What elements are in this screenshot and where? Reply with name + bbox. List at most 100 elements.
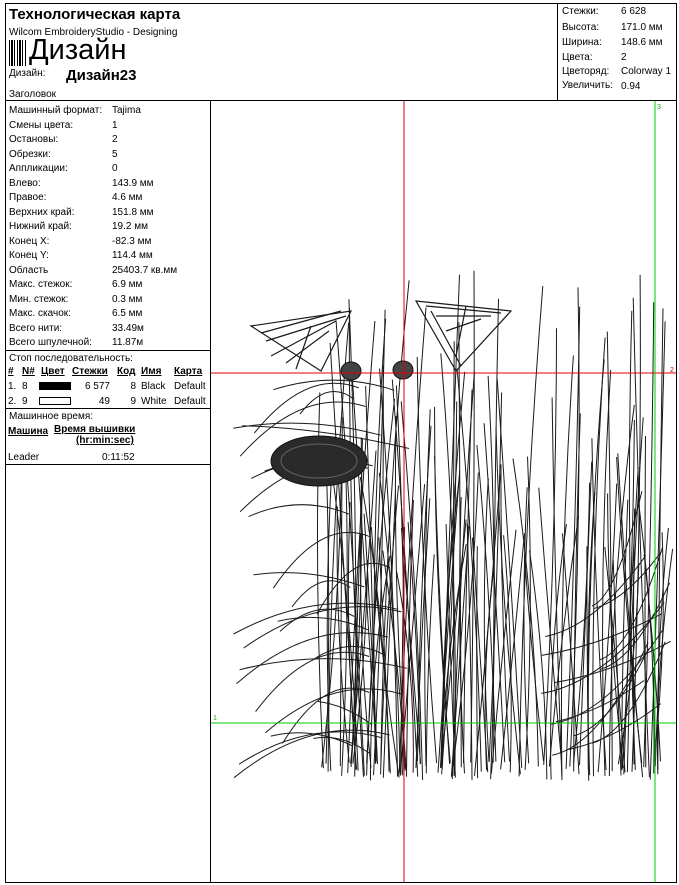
right-tuft (414, 300, 513, 373)
detail-label: Мин. стежок: (9, 294, 69, 305)
stat-value: Colorway 1 (621, 66, 672, 77)
color-swatch (39, 382, 71, 390)
guide-label-right: 2 (670, 367, 674, 374)
row-chart: Default (174, 381, 206, 392)
detail-label: Смены цвета: (9, 120, 74, 131)
detail-value: 6.9 мм (112, 279, 143, 290)
stat-label: Увеличить: (562, 80, 614, 91)
stat-label: Стежки: (562, 6, 599, 17)
page-title: Технологическая карта (9, 6, 181, 23)
design-big-label: Дизайн (29, 34, 127, 66)
row-name: Black (141, 381, 166, 392)
col-chart: Карта (174, 366, 203, 377)
detail-label: Остановы: (9, 134, 59, 145)
detail-label: Машинный формат: (9, 105, 103, 116)
detail-label: Обрезки: (9, 149, 51, 160)
center-flower (270, 435, 368, 487)
col-code: Код (117, 366, 136, 377)
detail-value: 4.6 мм (112, 192, 143, 203)
detail-value: 33.49м (112, 323, 144, 334)
grass-stroke (233, 422, 381, 436)
stat-label: Цвета: (562, 52, 593, 63)
col-stitches: Стежки (72, 366, 108, 377)
stat-value: 6 628 (621, 6, 647, 17)
heading-label: Заголовок (9, 89, 57, 100)
guide-label-top: 3 (657, 104, 661, 111)
row-chart: Default (174, 396, 206, 407)
row-num: 1. (8, 381, 17, 392)
col-name: Имя (141, 366, 162, 377)
detail-label: Конец X: (9, 236, 50, 247)
machine-time-value: 0:11:52 (102, 452, 135, 463)
stat-label: Цветоряд: (562, 66, 610, 77)
detail-value: 151.8 мм (112, 207, 154, 218)
barcode-icon (9, 40, 27, 66)
machine-time-title: Машинное время: (9, 411, 94, 422)
row-n: 9 (22, 396, 28, 407)
detail-value: Tajima (112, 105, 141, 116)
col-n: N# (22, 366, 35, 377)
grass-stroke (632, 508, 636, 765)
row-name: White (141, 396, 167, 407)
detail-value: -82.3 мм (112, 236, 152, 247)
detail-value: 0 (112, 163, 118, 174)
embroidery-stitches (233, 270, 674, 781)
stat-label: Ширина: (562, 37, 602, 48)
design-preview: 3 2 1 (211, 101, 676, 882)
col-machine: Машина (8, 426, 49, 437)
col-num: # (8, 366, 14, 377)
detail-label: Конец Y: (9, 250, 49, 261)
row-num: 2. (8, 396, 17, 407)
detail-value: 5 (112, 149, 118, 160)
stat-value: 171.0 мм (621, 22, 663, 33)
detail-value: 19.2 мм (112, 221, 148, 232)
grass-stroke (463, 389, 473, 764)
grass-stroke (273, 379, 395, 391)
details-divider (5, 350, 210, 351)
guide-label-left: 1 (213, 715, 217, 722)
row-code: 9 (130, 396, 136, 407)
detail-label: Влево: (9, 178, 41, 189)
row-code: 8 (130, 381, 136, 392)
row-n: 8 (22, 381, 28, 392)
design-label: Дизайн: (9, 68, 46, 79)
detail-value: 1 (112, 120, 118, 131)
left-tuft (249, 310, 353, 372)
color-swatch (39, 397, 71, 405)
design-name: Дизайн23 (66, 67, 137, 84)
detail-value: 25403.7 кв.мм (112, 265, 178, 276)
detail-value: 11.87м (112, 337, 144, 348)
machine-name: Leader (8, 452, 40, 463)
detail-label: Верхних край: (9, 207, 75, 218)
detail-label: Всего шпулечной: (9, 337, 92, 348)
grass-stroke (265, 688, 401, 734)
row-stitches: 49 (98, 396, 110, 407)
eyes (340, 360, 414, 381)
stop-sequence-title: Стоп последовательность: (9, 353, 133, 364)
detail-value: 6.5 мм (112, 308, 143, 319)
grass-stroke (425, 554, 435, 774)
grass-stroke (604, 546, 626, 773)
col-color: Цвет (41, 366, 65, 377)
detail-label: Аппликации: (9, 163, 68, 174)
grass-stroke (248, 504, 350, 518)
detail-label: Нижний край: (9, 221, 72, 232)
detail-label: Правое: (9, 192, 47, 203)
stat-value: 2 (621, 52, 627, 63)
detail-label: Область (9, 265, 49, 276)
row-stitches: 6 577 (84, 381, 110, 392)
detail-value: 114.4 мм (112, 250, 153, 261)
detail-value: 0.3 мм (112, 294, 143, 305)
detail-label: Макс. скачок: (9, 308, 71, 319)
stop-divider (5, 408, 210, 409)
summary-divider (557, 3, 558, 101)
stat-value: 0.94 (621, 81, 641, 92)
detail-label: Макс. стежок: (9, 279, 73, 290)
col-time-unit: (hr:min:sec) (76, 435, 134, 446)
grass-stroke (239, 658, 408, 671)
detail-value: 2 (112, 134, 118, 145)
detail-label: Всего нити: (9, 323, 63, 334)
stat-value: 148.6 мм (621, 37, 663, 48)
time-divider (5, 464, 210, 465)
detail-value: 143.9 мм (112, 178, 154, 189)
